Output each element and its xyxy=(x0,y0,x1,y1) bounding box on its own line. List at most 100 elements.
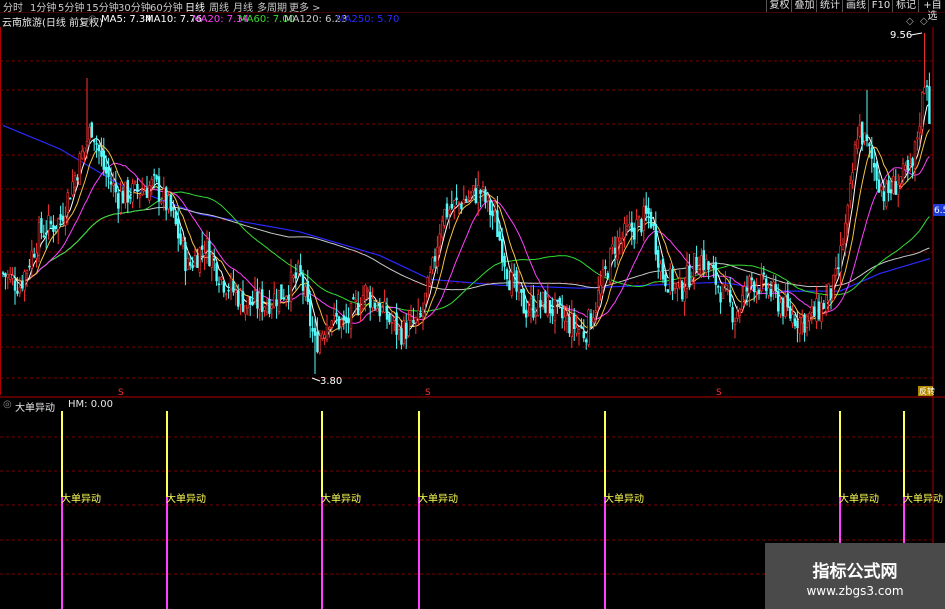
candle-body xyxy=(296,262,300,274)
period-tab-4[interactable]: 30分钟 xyxy=(118,0,151,14)
period-tab-5[interactable]: 60分钟 xyxy=(150,0,183,14)
candle-body xyxy=(702,250,706,271)
candle-body xyxy=(695,256,698,271)
period-tab-10[interactable]: 更多 > xyxy=(289,0,321,14)
candle-body xyxy=(76,177,79,181)
candle-body xyxy=(328,327,331,330)
candle-body xyxy=(642,206,646,231)
candle-body xyxy=(129,197,132,199)
candle-body xyxy=(899,176,902,184)
candle-body xyxy=(541,292,545,304)
signal-label: 大单异动 xyxy=(61,492,101,505)
candle-body xyxy=(532,295,535,318)
candle-body xyxy=(692,253,696,278)
candle-body xyxy=(580,326,583,329)
candle-body xyxy=(241,291,245,312)
candle-body xyxy=(620,238,624,243)
candle-body xyxy=(728,290,732,303)
period-tab-0[interactable]: 分时 xyxy=(3,0,23,14)
toolbar-button-0[interactable]: 复权 xyxy=(766,0,792,12)
candle-body xyxy=(719,292,722,303)
candle-body xyxy=(916,137,919,140)
candle-body xyxy=(640,219,643,233)
ma-settings-icon[interactable]: ◎ xyxy=(88,14,97,25)
candle-body xyxy=(191,264,194,269)
candle-body xyxy=(774,284,778,292)
period-tab-3[interactable]: 15分钟 xyxy=(86,0,119,14)
candle-body xyxy=(265,304,269,313)
candle-body xyxy=(455,197,458,201)
candle-body xyxy=(568,316,571,334)
candle-body xyxy=(553,299,557,321)
toolbar-button-5[interactable]: 标记 xyxy=(892,0,919,12)
candle-body xyxy=(606,273,610,279)
toolbar-button-4[interactable]: F10 xyxy=(868,0,893,12)
candle-body xyxy=(282,297,285,300)
candle-body xyxy=(481,186,485,190)
corner-tag: 反转 xyxy=(919,386,935,396)
candle-body xyxy=(335,312,338,317)
candle-body xyxy=(563,316,566,322)
period-tab-8[interactable]: 月线 xyxy=(233,0,253,14)
toolbar-button-2[interactable]: 统计 xyxy=(816,0,843,12)
candle-body xyxy=(361,295,365,309)
toolbar-button-6[interactable]: +自选 xyxy=(918,0,945,22)
candle-body xyxy=(647,207,650,215)
candlestick-series[interactable] xyxy=(1,33,931,374)
candle-body xyxy=(6,274,10,278)
candle-body xyxy=(844,222,847,244)
signal-marker-s: S xyxy=(118,388,124,398)
candle-body xyxy=(323,334,326,339)
candle-body xyxy=(239,290,242,305)
candle-body xyxy=(664,274,667,287)
candle-body xyxy=(496,210,499,238)
period-tab-2[interactable]: 5分钟 xyxy=(58,0,84,14)
toolbar-button-3[interactable]: 画线 xyxy=(842,0,869,12)
candle-body xyxy=(145,188,149,198)
candle-body xyxy=(172,207,175,211)
candle-body xyxy=(304,286,307,297)
candle-body xyxy=(263,306,266,311)
candle-body xyxy=(889,189,893,194)
indicator-settings-icon[interactable]: ◎ xyxy=(3,399,12,410)
candle-body xyxy=(625,226,629,230)
candle-body xyxy=(121,190,125,204)
chart-canvas[interactable]: 大单异动大单异动大单异动大单异动大单异动大单异动大单异动 9.563.806.5… xyxy=(0,0,945,609)
candle-body xyxy=(755,285,758,292)
candle-body xyxy=(275,299,278,307)
candle-body xyxy=(712,264,715,269)
candle-body xyxy=(81,150,84,159)
candle-body xyxy=(213,258,216,261)
candle-body xyxy=(882,191,886,202)
candle-body xyxy=(395,312,398,335)
candle-body xyxy=(906,160,910,171)
candle-body xyxy=(635,219,638,244)
candle-body xyxy=(229,277,233,290)
candle-body xyxy=(69,197,72,200)
candle-body xyxy=(592,317,595,323)
candle-body xyxy=(928,86,931,124)
candle-body xyxy=(20,281,24,289)
candle-body xyxy=(114,183,118,193)
signal-marker-s: S xyxy=(425,388,431,398)
period-toolbar: 分时 1分钟 5分钟 15分钟 30分钟 60分钟 日线 周线 月线 多周期 更多 > 复权 叠加 统计画… xyxy=(0,0,945,22)
chart-annotations: 9.56 3.80 6.5 S S S 反转 ◇ ◇ xyxy=(118,16,945,398)
candle-body xyxy=(37,222,41,256)
candle-body xyxy=(380,306,384,312)
candle-body xyxy=(676,282,679,289)
candle-body xyxy=(892,176,895,194)
candle-body xyxy=(865,134,869,142)
toolbar-button-1[interactable]: 叠加 xyxy=(791,0,817,12)
candle-body xyxy=(253,290,257,302)
candle-body xyxy=(510,272,513,296)
candle-body xyxy=(577,329,581,334)
candle-body xyxy=(412,320,415,324)
period-tab-6[interactable]: 日线 xyxy=(185,0,205,14)
candle-body xyxy=(671,269,674,291)
period-tab-1[interactable]: 1分钟 xyxy=(30,0,56,14)
period-tab-9[interactable]: 多周期 xyxy=(257,0,287,14)
candle-body xyxy=(762,272,766,275)
candle-body xyxy=(131,183,134,203)
candle-body xyxy=(551,309,554,317)
period-tab-7[interactable]: 周线 xyxy=(209,0,229,14)
